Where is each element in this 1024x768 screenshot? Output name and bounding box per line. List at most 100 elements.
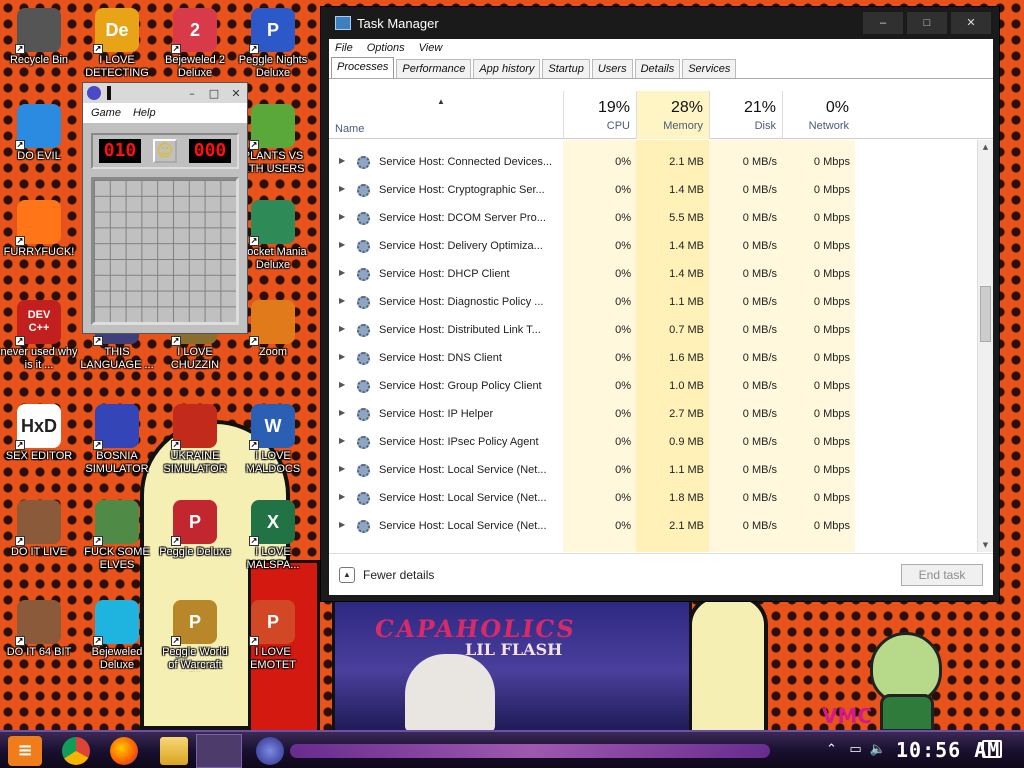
- minimize-button[interactable]: –: [863, 12, 903, 34]
- tab-details[interactable]: Details: [634, 59, 681, 78]
- process-row[interactable]: ▶ Service Host: IPsec Policy Agent 0% 0.9 M…: [329, 428, 977, 456]
- expand-chevron-icon[interactable]: ▶: [339, 184, 345, 193]
- fewer-details-link[interactable]: Fewer details: [363, 568, 434, 582]
- desktop-icon[interactable]: ↗ BOSNIA SIMULATOR: [78, 404, 156, 476]
- desktop-icon[interactable]: X ↗ I LOVE MALSPA...: [234, 500, 312, 572]
- hxd-icon: HxD ↗: [15, 404, 61, 450]
- task-manager-menubar: File Options View: [329, 39, 993, 57]
- desktop-icon[interactable]: ↗ UKRAINE SIMULATOR: [156, 404, 234, 476]
- minesweeper-titlebar[interactable]: – □ ✕: [83, 83, 247, 103]
- column-header-cpu[interactable]: 19% CPU: [563, 91, 636, 139]
- expand-chevron-icon[interactable]: ▶: [339, 240, 345, 249]
- process-row[interactable]: ▶ Service Host: Cryptographic Ser... 0% 1.4…: [329, 176, 977, 204]
- process-row[interactable]: ▶ Service Host: Delivery Optimiza... 0% 1.4…: [329, 232, 977, 260]
- desktop-icon[interactable]: ↗ DO EVIL: [0, 104, 78, 163]
- menu-options[interactable]: Options: [367, 42, 405, 54]
- column-header-network[interactable]: 0% Network: [782, 91, 855, 139]
- network-tray-icon[interactable]: ▭: [849, 742, 861, 757]
- close-button[interactable]: ✕: [951, 12, 991, 34]
- expand-chevron-icon[interactable]: ▶: [339, 408, 345, 417]
- file-explorer-taskbar-icon[interactable]: [160, 737, 188, 765]
- process-row[interactable]: ▶ Service Host: Local Service (Net... 0% 2.…: [329, 512, 977, 540]
- desktop-icon[interactable]: ↗ FUCK SOME ELVES: [78, 500, 156, 572]
- expand-chevron-icon[interactable]: ▶: [339, 156, 345, 165]
- desktop-icon[interactable]: HxD ↗ SEX EDITOR: [0, 404, 78, 463]
- task-manager-titlebar[interactable]: Task Manager – □ ✕: [321, 7, 999, 39]
- expand-chevron-icon[interactable]: ▶: [339, 492, 345, 501]
- menu-help[interactable]: Help: [133, 107, 156, 119]
- desktop-icon[interactable]: DEV C++ ↗ never used why is it ...: [0, 300, 78, 372]
- desktop-icon[interactable]: W ↗ I LOVE MALDOCS: [234, 404, 312, 476]
- column-header-name[interactable]: Name: [335, 123, 364, 135]
- start-button[interactable]: ≡: [8, 736, 42, 766]
- expand-chevron-icon[interactable]: ▶: [339, 212, 345, 221]
- column-header-disk[interactable]: 21% Disk: [709, 91, 782, 139]
- maximize-button[interactable]: □: [203, 87, 225, 100]
- volume-tray-icon[interactable]: 🔈: [870, 742, 886, 757]
- tab-startup[interactable]: Startup: [542, 59, 590, 78]
- minimize-button[interactable]: –: [181, 87, 203, 100]
- minesweeper-taskbar-icon[interactable]: [256, 737, 284, 765]
- fewer-details-chevron-icon[interactable]: ▲: [339, 567, 355, 583]
- tab-processes[interactable]: Processes: [331, 57, 395, 78]
- process-row[interactable]: ▶ Service Host: IP Helper 0% 2.7 MB 0 MB/s 0 …: [329, 400, 977, 428]
- desktop-icon[interactable]: P ↗ Peggle Deluxe: [156, 500, 234, 559]
- vertical-scrollbar[interactable]: ▲ ▼: [977, 140, 993, 552]
- menu-file[interactable]: File: [335, 42, 353, 54]
- tab-services[interactable]: Services: [682, 59, 737, 78]
- desktop-icon[interactable]: ↗ Recycle Bin: [0, 8, 78, 67]
- tab-users[interactable]: Users: [591, 59, 633, 78]
- notification-center-icon[interactable]: [982, 740, 1002, 758]
- service-host-gear-icon: [357, 324, 370, 337]
- menu-view[interactable]: View: [419, 42, 443, 54]
- minefield-grid[interactable]: [91, 177, 239, 325]
- process-row[interactable]: ▶ Service Host: Diagnostic Policy ... 0% 1.…: [329, 288, 977, 316]
- process-row[interactable]: ▶ Service Host: DNS Client 0% 1.6 MB 0 MB/s 0…: [329, 344, 977, 372]
- process-name: Service Host: IPsec Policy Agent: [379, 436, 539, 448]
- chrome-taskbar-icon[interactable]: [62, 737, 90, 765]
- process-cpu: 0%: [615, 408, 631, 420]
- maximize-button[interactable]: □: [907, 12, 947, 34]
- scroll-up-arrow-icon[interactable]: ▲: [978, 140, 993, 154]
- task-manager-taskbar-button[interactable]: [196, 734, 242, 768]
- process-row[interactable]: ▶ Service Host: DHCP Client 0% 1.4 MB 0 MB/s…: [329, 260, 977, 288]
- tab-app-history[interactable]: App history: [473, 59, 541, 78]
- tab-performance[interactable]: Performance: [396, 59, 472, 78]
- desktop-icon[interactable]: ↗ FURRYFUCK!: [0, 200, 78, 259]
- smiley-reset-button[interactable]: ☺: [153, 139, 177, 163]
- desktop-icon[interactable]: ↗ DO IT LIVE: [0, 500, 78, 559]
- desktop-icon[interactable]: P ↗ Peggle Nights Deluxe: [234, 8, 312, 80]
- expand-chevron-icon[interactable]: ▶: [339, 380, 345, 389]
- desktop-icon[interactable]: De ↗ I LOVE DETECTING: [78, 8, 156, 80]
- poster-title: CAPAHOLICS: [372, 614, 578, 643]
- firefox-taskbar-icon[interactable]: [110, 737, 138, 765]
- end-task-button[interactable]: End task: [901, 564, 983, 586]
- expand-chevron-icon[interactable]: ▶: [339, 268, 345, 277]
- menu-game[interactable]: Game: [91, 107, 121, 119]
- process-row[interactable]: ▶ Service Host: Local Service (Net... 0% 1.…: [329, 484, 977, 512]
- process-row[interactable]: ▶ Service Host: DCOM Server Pro... 0% 5.5 M…: [329, 204, 977, 232]
- tray-expand-icon[interactable]: ⌃: [826, 742, 837, 757]
- scrollbar-thumb[interactable]: [980, 286, 991, 342]
- process-row[interactable]: ▶ Service Host: Connected Devices... 0% 2.1…: [329, 148, 977, 176]
- expand-chevron-icon[interactable]: ▶: [339, 324, 345, 333]
- task-manager-window[interactable]: Task Manager – □ ✕ File Options View Pro…: [320, 6, 1000, 602]
- desktop-icon[interactable]: ↗ DO IT 64 BIT: [0, 600, 78, 659]
- process-row[interactable]: ▶ Service Host: Group Policy Client 0% 1.0 …: [329, 372, 977, 400]
- service-host-gear-icon: [357, 156, 370, 169]
- process-row[interactable]: ▶ Service Host: Local Service (Net... 0% 1.…: [329, 456, 977, 484]
- desktop-icon[interactable]: P ↗ I LOVE EMOTET: [234, 600, 312, 672]
- process-row[interactable]: ▶ Service Host: Distributed Link T... 0% 0.…: [329, 316, 977, 344]
- minesweeper-window[interactable]: – □ ✕ Game Help 010 ☺ 000: [82, 82, 248, 334]
- expand-chevron-icon[interactable]: ▶: [339, 296, 345, 305]
- close-button[interactable]: ✕: [225, 87, 247, 100]
- expand-chevron-icon[interactable]: ▶: [339, 520, 345, 529]
- expand-chevron-icon[interactable]: ▶: [339, 436, 345, 445]
- expand-chevron-icon[interactable]: ▶: [339, 352, 345, 361]
- expand-chevron-icon[interactable]: ▶: [339, 464, 345, 473]
- desktop-icon[interactable]: 2 ↗ Bejeweled 2 Deluxe: [156, 8, 234, 80]
- desktop-icon[interactable]: ↗ Bejeweled Deluxe: [78, 600, 156, 672]
- column-header-memory[interactable]: 28% Memory: [636, 91, 709, 139]
- scroll-down-arrow-icon[interactable]: ▼: [978, 538, 993, 552]
- desktop-icon[interactable]: P↗Peggle World of Warcraft Edition: [156, 600, 234, 672]
